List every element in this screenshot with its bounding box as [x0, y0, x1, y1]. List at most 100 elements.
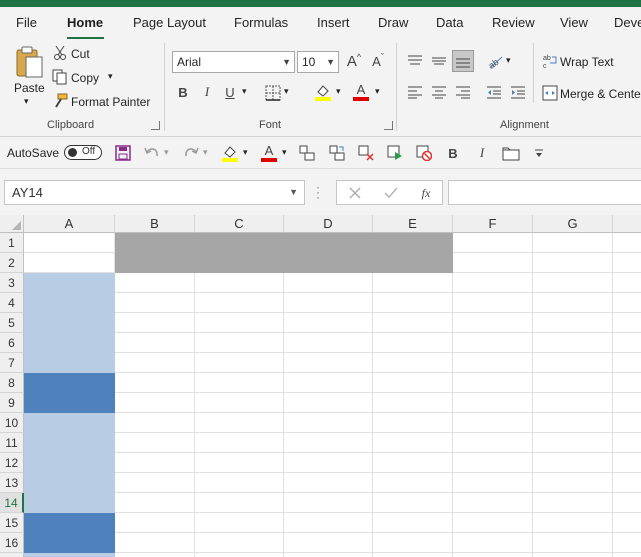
paste-icon[interactable]: [14, 45, 44, 79]
customize-toolbar-icon[interactable]: [532, 145, 546, 161]
cell-fill[interactable]: [24, 393, 115, 413]
wrap-text-icon[interactable]: ab c: [541, 52, 559, 70]
fill-color-icon[interactable]: [221, 144, 239, 162]
cell-fill[interactable]: [24, 413, 115, 433]
fill-color-icon[interactable]: [314, 83, 332, 101]
tab-file[interactable]: File: [16, 15, 37, 30]
bottom-align-icon[interactable]: [452, 50, 474, 72]
save-icon[interactable]: [115, 145, 131, 161]
italic-button[interactable]: I: [474, 145, 490, 161]
row-header-4[interactable]: 4: [0, 293, 24, 313]
bold-button[interactable]: B: [445, 145, 461, 161]
row-header-9[interactable]: 9: [0, 393, 24, 413]
align-right-icon[interactable]: [454, 83, 472, 101]
italic-button[interactable]: I: [199, 83, 215, 101]
open-folder-icon[interactable]: [502, 145, 520, 161]
middle-align-icon[interactable]: [430, 52, 448, 70]
resize-handle-icon[interactable]: ⋮: [311, 183, 325, 201]
row-header-12[interactable]: 12: [0, 453, 24, 473]
cell-fill[interactable]: [24, 533, 115, 553]
underline-button[interactable]: U: [222, 83, 238, 101]
chevron-down-icon[interactable]: ▾: [375, 86, 380, 97]
column-header-e[interactable]: E: [373, 215, 453, 233]
header-fill-band[interactable]: [115, 233, 453, 273]
cut-icon[interactable]: [53, 45, 67, 61]
column-header-c[interactable]: C: [195, 215, 284, 233]
undo-icon[interactable]: [143, 145, 161, 161]
cell-fill[interactable]: [24, 373, 115, 393]
row-header-1[interactable]: 1: [0, 233, 24, 253]
bold-button[interactable]: B: [175, 83, 191, 101]
insert-cells-icon[interactable]: [328, 145, 346, 161]
autosave-toggle[interactable]: Off: [64, 145, 102, 160]
row-header-10[interactable]: 10: [0, 413, 24, 433]
chevron-down-icon[interactable]: ▾: [282, 147, 287, 158]
clipboard-launcher-icon[interactable]: [151, 121, 160, 130]
cut-label[interactable]: Cut: [71, 47, 90, 61]
row-header-6[interactable]: 6: [0, 333, 24, 353]
redo-icon[interactable]: [182, 145, 200, 161]
font-launcher-icon[interactable]: [384, 121, 393, 130]
name-box[interactable]: AY14 ▼: [4, 180, 305, 205]
formula-input[interactable]: [448, 180, 641, 205]
copy-icon[interactable]: [52, 69, 68, 85]
tab-formulas[interactable]: Formulas: [234, 15, 288, 30]
copy-label[interactable]: Copy: [71, 71, 99, 85]
tab-draw[interactable]: Draw: [378, 15, 408, 30]
row-header-11[interactable]: 11: [0, 433, 24, 453]
cell-fill[interactable]: [24, 513, 115, 533]
increase-font-size-icon[interactable]: A ^: [345, 52, 363, 70]
spreadsheet-grid[interactable]: ABCDEFG1234567891011121314151617: [0, 215, 641, 557]
column-header-g[interactable]: G: [533, 215, 613, 233]
cell-fill[interactable]: [24, 473, 115, 493]
cell-fill[interactable]: [24, 353, 115, 373]
align-center-icon[interactable]: [430, 83, 448, 101]
chevron-down-icon[interactable]: ▾: [243, 147, 248, 158]
wrap-text-label[interactable]: Wrap Text: [560, 55, 614, 69]
row-header-16[interactable]: 16: [0, 533, 24, 553]
cell-fill[interactable]: [24, 553, 115, 557]
column-header-d[interactable]: D: [284, 215, 373, 233]
tab-developer[interactable]: Deve: [614, 15, 641, 30]
tab-view[interactable]: View: [560, 15, 588, 30]
font-name-select[interactable]: Arial ▼: [172, 51, 295, 73]
column-header-b[interactable]: B: [115, 215, 195, 233]
cell-fill[interactable]: [24, 493, 115, 513]
paste-label[interactable]: Paste: [14, 81, 45, 95]
tab-data[interactable]: Data: [436, 15, 463, 30]
insert-function-icon[interactable]: fx: [417, 185, 435, 201]
enter-icon[interactable]: [383, 185, 399, 201]
run-macro-icon[interactable]: [386, 145, 404, 161]
increase-indent-icon[interactable]: [509, 83, 527, 101]
row-header-8[interactable]: 8: [0, 373, 24, 393]
cell-fill[interactable]: [24, 333, 115, 353]
tab-review[interactable]: Review: [492, 15, 535, 30]
chevron-down-icon[interactable]: ▾: [242, 86, 247, 97]
chevron-down-icon[interactable]: ▾: [336, 86, 341, 97]
font-color-icon[interactable]: A: [260, 143, 278, 162]
select-all-button[interactable]: [0, 215, 24, 233]
format-painter-icon[interactable]: [52, 93, 68, 109]
chevron-down-icon[interactable]: ▾: [506, 55, 511, 66]
column-header-a[interactable]: A: [24, 215, 115, 233]
column-header-f[interactable]: F: [453, 215, 533, 233]
font-color-icon[interactable]: A: [352, 82, 370, 101]
row-header-14[interactable]: 14: [0, 493, 24, 513]
cancel-icon[interactable]: [347, 185, 363, 201]
chevron-down-icon[interactable]: ▾: [203, 147, 208, 158]
chevron-down-icon[interactable]: ▾: [284, 86, 289, 97]
cell-fill[interactable]: [24, 453, 115, 473]
tab-home[interactable]: Home: [67, 15, 103, 30]
cell-fill[interactable]: [24, 273, 115, 293]
row-header-7[interactable]: 7: [0, 353, 24, 373]
chevron-down-icon[interactable]: ▾: [164, 147, 169, 158]
row-header-5[interactable]: 5: [0, 313, 24, 333]
tab-insert[interactable]: Insert: [317, 15, 350, 30]
font-size-select[interactable]: 10 ▼: [297, 51, 339, 73]
cell-fill[interactable]: [24, 313, 115, 333]
borders-icon[interactable]: [264, 84, 281, 101]
row-header-3[interactable]: 3: [0, 273, 24, 293]
cell-fill[interactable]: [24, 433, 115, 453]
copy-dropdown-icon[interactable]: ▾: [108, 71, 113, 82]
merge-center-icon[interactable]: [541, 84, 559, 102]
